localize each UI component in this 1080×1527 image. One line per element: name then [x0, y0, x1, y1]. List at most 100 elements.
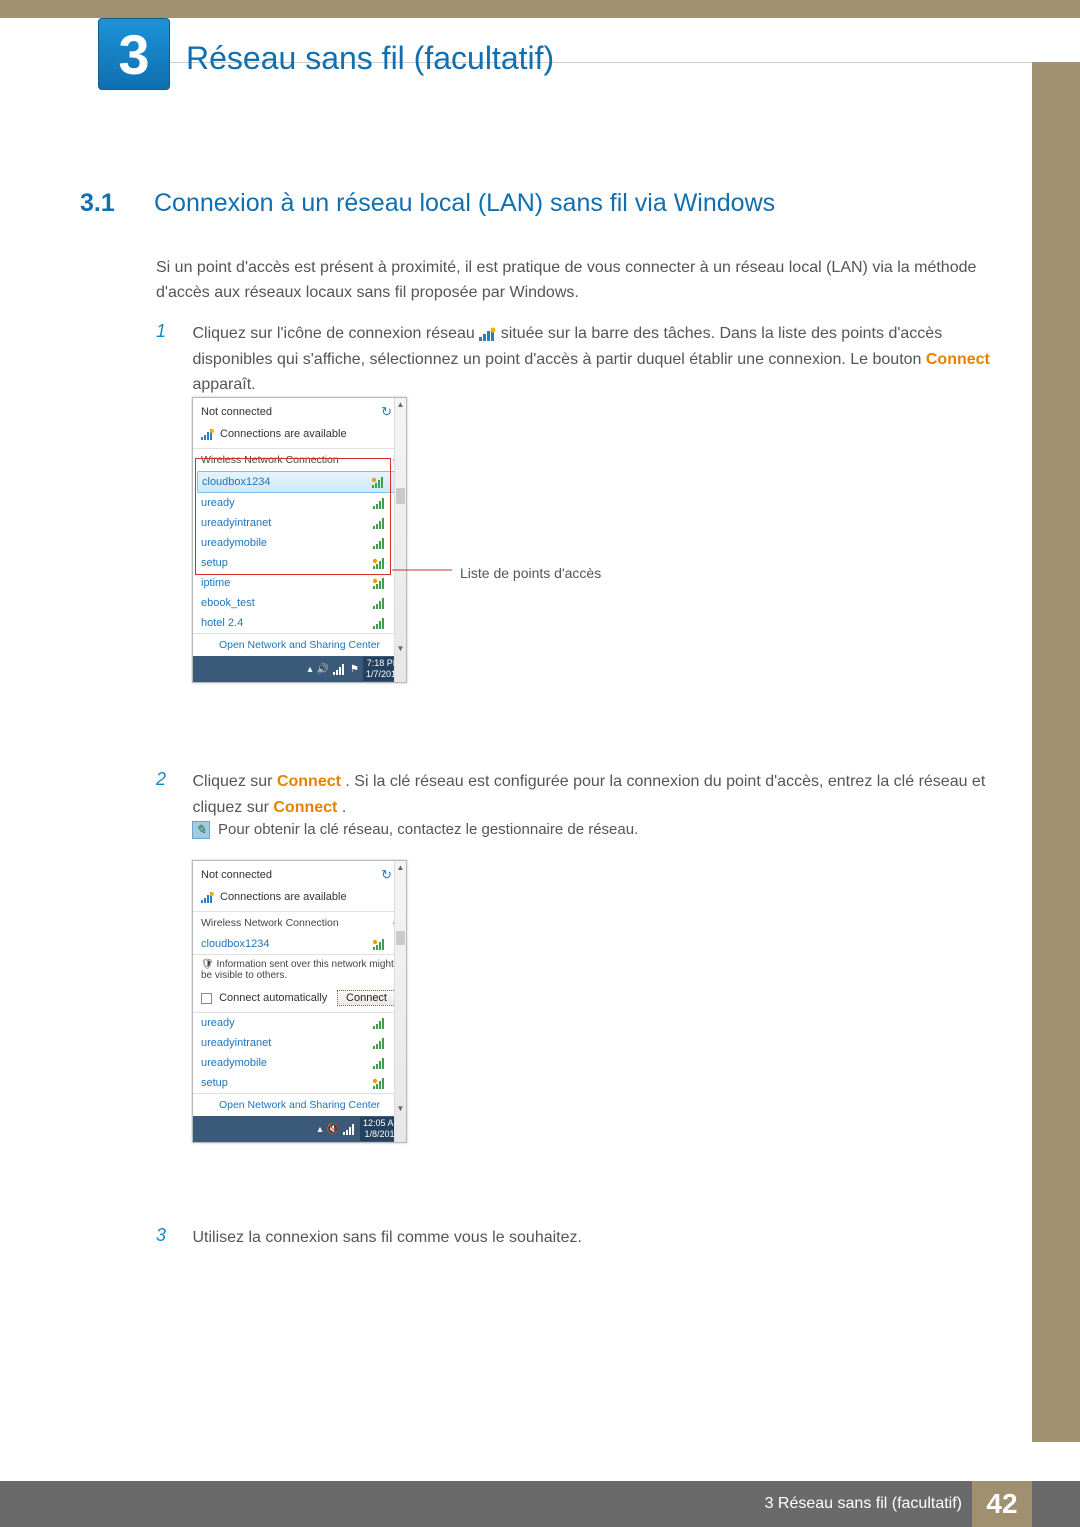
network-name: ureadymobile	[201, 1057, 267, 1069]
callout-line	[392, 569, 452, 571]
network-item[interactable]: setup	[193, 1073, 406, 1093]
note-icon: ✎	[192, 821, 210, 839]
signal-icon	[201, 892, 214, 903]
taskbar-tray: ▴ 🔊 ⚑ 7:18 PM 1/7/2010	[193, 656, 406, 682]
section-number: 3.1	[80, 189, 154, 218]
network-item[interactable]: ureadymobile	[193, 1053, 406, 1073]
open-network-center-link[interactable]: Open Network and Sharing Center	[193, 633, 406, 656]
tray-network-icon[interactable]	[343, 1124, 356, 1135]
top-decor-bar	[0, 0, 1080, 18]
signal-icon	[373, 618, 386, 629]
signal-secure-icon	[372, 477, 385, 488]
step-2: 2 Cliquez sur Connect . Si la clé réseau…	[156, 769, 1010, 820]
wireless-header-label: Wireless Network Connection	[201, 917, 339, 929]
connect-automatically-checkbox[interactable]	[201, 993, 212, 1004]
step-2-body: Cliquez sur Connect . Si la clé réseau e…	[192, 769, 1006, 820]
network-item[interactable]: iptime	[193, 573, 406, 593]
wireless-header[interactable]: Wireless Network Connection ˄	[193, 911, 406, 934]
step-1-text-c: apparaît.	[192, 376, 255, 393]
footer-page-number: 42	[972, 1481, 1032, 1527]
tray-network-icon[interactable]	[333, 664, 346, 675]
chapter-number-badge: 3	[98, 18, 170, 90]
refresh-icon[interactable]: ↻	[381, 404, 392, 420]
taskbar-tray: ▴ 🔇 12:05 AM 1/8/2010	[193, 1116, 406, 1142]
step-2-text-c: .	[342, 799, 346, 816]
open-network-center-link[interactable]: Open Network and Sharing Center	[193, 1093, 406, 1116]
step-2-connect-bold-2: Connect	[273, 799, 337, 816]
refresh-icon[interactable]: ↻	[381, 867, 392, 883]
network-name: iptime	[201, 577, 230, 589]
connect-row: Connect automatically Connect	[193, 985, 406, 1012]
footer-text: 3 Réseau sans fil (facultatif)	[765, 1495, 962, 1513]
network-item[interactable]: ureadymobile	[193, 533, 406, 553]
right-decor-bar	[1032, 62, 1080, 1442]
network-item[interactable]: hotel 2.4	[193, 613, 406, 633]
signal-secure-icon	[373, 558, 386, 569]
signal-secure-icon	[373, 939, 386, 950]
network-tray-icon	[479, 327, 496, 341]
signal-icon	[373, 1058, 386, 1069]
step-3: 3 Utilisez la connexion sans fil comme v…	[156, 1225, 1010, 1251]
step-1-connect-bold: Connect	[926, 351, 990, 368]
network-name: cloudbox1234	[201, 938, 270, 950]
available-text: Connections are available	[220, 428, 347, 440]
network-item[interactable]: cloudbox1234	[197, 471, 400, 493]
security-warning-text: Information sent over this network might…	[201, 959, 394, 981]
network-item-selected[interactable]: cloudbox1234	[193, 934, 406, 954]
network-name: setup	[201, 1077, 228, 1089]
signal-icon	[373, 538, 386, 549]
figure-2: ▲ ▼ Not connected ↻ Connections are avai…	[192, 860, 407, 1143]
signal-icon	[373, 518, 386, 529]
signal-icon	[373, 498, 386, 509]
network-item[interactable]: ureadyintranet	[193, 513, 406, 533]
status-text: Not connected	[201, 406, 272, 418]
scroll-up-icon[interactable]: ▲	[395, 861, 406, 873]
network-name: ureadyintranet	[201, 517, 271, 529]
scroll-thumb[interactable]	[396, 488, 405, 504]
wireless-header-label: Wireless Network Connection	[201, 454, 339, 466]
wireless-header[interactable]: Wireless Network Connection ˄	[193, 448, 406, 471]
section-title: Connexion à un réseau local (LAN) sans f…	[154, 189, 775, 218]
network-item[interactable]: uready	[193, 1013, 406, 1033]
network-name: setup	[201, 557, 228, 569]
tray-flag-icon[interactable]: ⚑	[350, 664, 359, 675]
scrollbar[interactable]: ▲ ▼	[394, 861, 406, 1142]
connect-button[interactable]: Connect	[337, 990, 396, 1006]
network-item[interactable]: uready	[193, 493, 406, 513]
signal-secure-icon	[373, 1078, 386, 1089]
network-item[interactable]: setup	[193, 553, 406, 573]
network-name: cloudbox1234	[202, 476, 271, 488]
network-name: ureadymobile	[201, 537, 267, 549]
network-name: ureadyintranet	[201, 1037, 271, 1049]
tray-chevron-icon[interactable]: ▴	[308, 664, 313, 675]
shield-icon: 🛡	[201, 959, 214, 970]
tray-speaker-icon[interactable]: 🔊	[317, 664, 329, 675]
scroll-thumb[interactable]	[396, 931, 405, 945]
scroll-up-icon[interactable]: ▲	[395, 398, 406, 410]
page-footer: 3 Réseau sans fil (facultatif) 42	[0, 1481, 1080, 1527]
tray-chevron-icon[interactable]: ▴	[317, 1124, 322, 1135]
tray-speaker-stop-icon[interactable]: 🔇	[327, 1124, 339, 1135]
network-name: hotel 2.4	[201, 617, 243, 629]
available-text: Connections are available	[220, 891, 347, 903]
scroll-down-icon[interactable]: ▼	[395, 642, 406, 654]
network-name: ebook_test	[201, 597, 255, 609]
scrollbar[interactable]: ▲ ▼	[394, 398, 406, 682]
step-1-number: 1	[156, 321, 188, 342]
network-name: uready	[201, 497, 235, 509]
step-1-text-a: Cliquez sur l'icône de connexion réseau	[192, 325, 479, 342]
callout-label: Liste de points d'accès	[460, 565, 601, 581]
signal-secure-icon	[373, 578, 386, 589]
network-item[interactable]: ebook_test	[193, 593, 406, 613]
signal-icon	[373, 598, 386, 609]
note: ✎ Pour obtenir la clé réseau, contactez …	[192, 821, 1010, 839]
network-flyout-1: ▲ ▼ Not connected ↻ Connections are avai…	[192, 397, 407, 683]
network-item[interactable]: ureadyintranet	[193, 1033, 406, 1053]
step-2-number: 2	[156, 769, 188, 790]
network-name: uready	[201, 1017, 235, 1029]
signal-icon	[201, 429, 214, 440]
signal-icon	[373, 1038, 386, 1049]
connect-automatically-label: Connect automatically	[219, 992, 327, 1004]
step-2-text-a: Cliquez sur	[192, 773, 276, 790]
scroll-down-icon[interactable]: ▼	[395, 1102, 406, 1114]
